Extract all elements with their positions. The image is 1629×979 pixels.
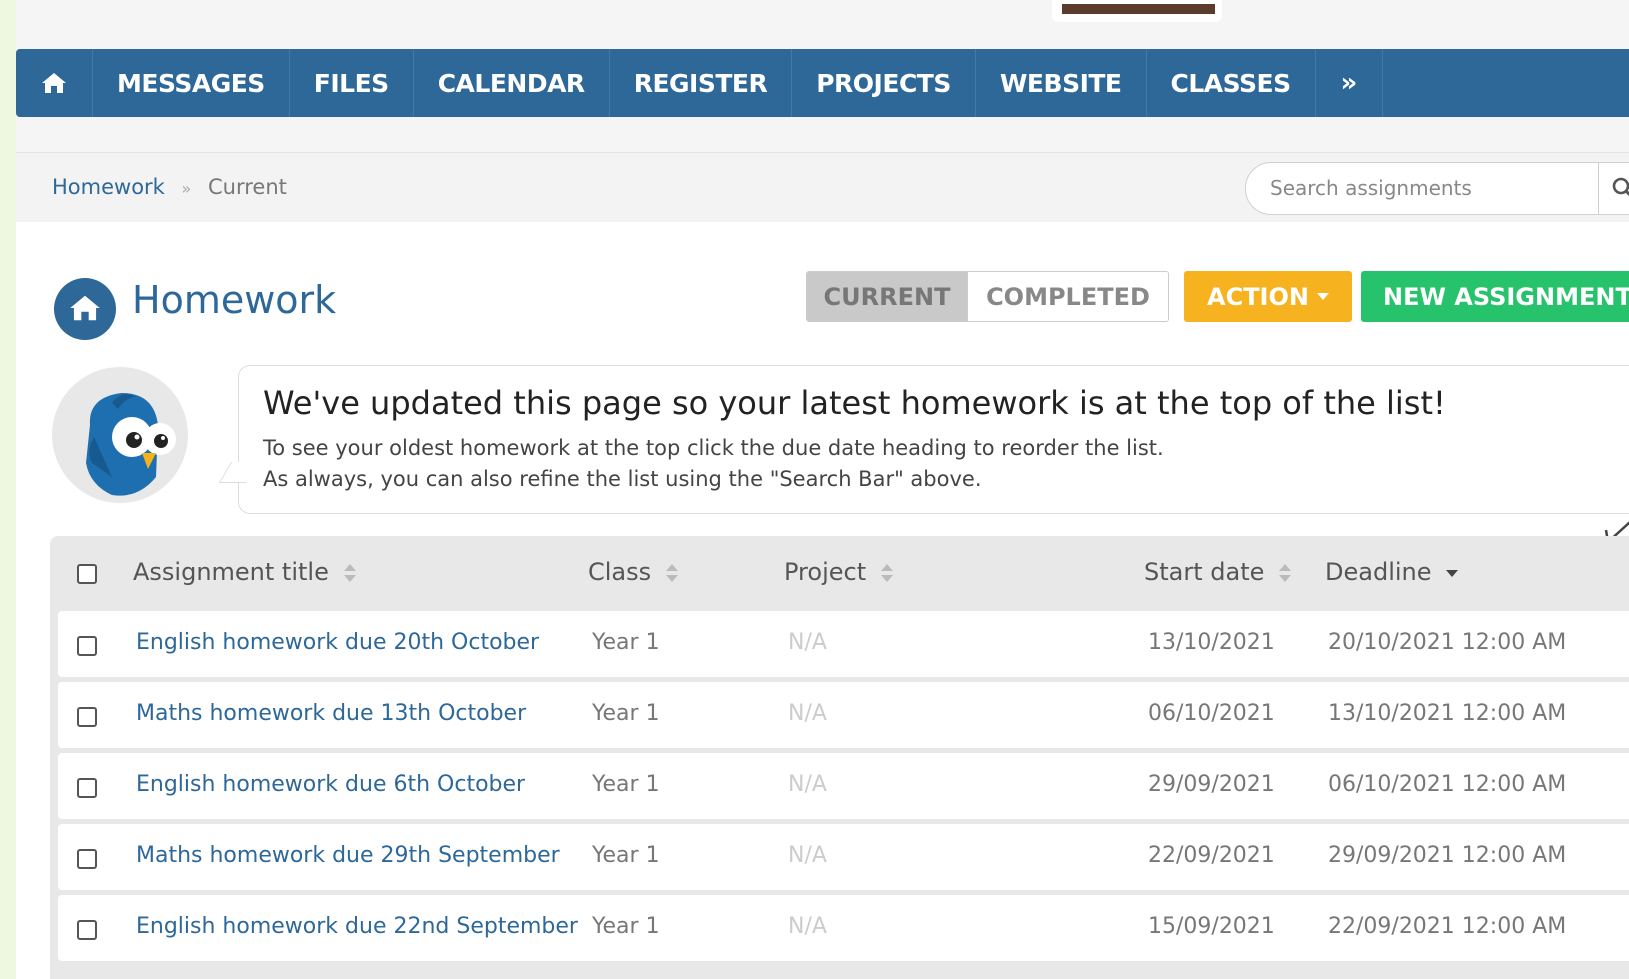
cell-project: N/A xyxy=(788,630,827,655)
row-checkbox[interactable] xyxy=(77,849,97,869)
sort-icon xyxy=(343,564,356,582)
cell-class: Year 1 xyxy=(592,630,660,655)
page: MESSAGES FILES CALENDAR REGISTER PROJECT… xyxy=(16,0,1629,979)
search-icon xyxy=(1612,177,1629,197)
nav-projects[interactable]: PROJECTS xyxy=(792,49,976,117)
column-start-label: Start date xyxy=(1144,558,1265,586)
column-title-label: Assignment title xyxy=(133,558,329,586)
cell-deadline: 22/09/2021 12:00 AM xyxy=(1328,914,1567,939)
table-row: English homework due 20th October Year 1… xyxy=(58,611,1629,677)
column-project[interactable]: Project xyxy=(784,558,894,586)
cell-class: Year 1 xyxy=(592,701,660,726)
cell-deadline: 29/09/2021 12:00 AM xyxy=(1328,843,1567,868)
tab-current[interactable]: CURRENT xyxy=(807,272,967,321)
main-nav: MESSAGES FILES CALENDAR REGISTER PROJECT… xyxy=(16,49,1629,117)
table-row: Maths homework due 29th September Year 1… xyxy=(58,824,1629,890)
sort-icon xyxy=(880,564,893,582)
status-toggle: CURRENT COMPLETED xyxy=(806,271,1169,322)
cell-project: N/A xyxy=(788,701,827,726)
home-icon xyxy=(42,73,66,93)
table-row: Maths homework due 13th October Year 1 N… xyxy=(58,682,1629,748)
nav-register[interactable]: REGISTER xyxy=(610,49,793,117)
cell-project: N/A xyxy=(788,772,827,797)
notice-line-1: To see your oldest homework at the top c… xyxy=(263,436,1164,460)
breadcrumb-bar: Homework » Current xyxy=(16,152,1629,223)
assignment-title-link[interactable]: English homework due 22nd September xyxy=(136,914,578,939)
sort-icon xyxy=(1279,564,1292,582)
table-row: English homework due 6th October Year 1 … xyxy=(58,753,1629,819)
assignments-table: Assignment title Class Project Start dat… xyxy=(50,536,1629,979)
row-checkbox[interactable] xyxy=(77,920,97,940)
cell-deadline: 20/10/2021 12:00 AM xyxy=(1328,630,1567,655)
column-title[interactable]: Assignment title xyxy=(133,558,357,586)
cell-start-date: 13/10/2021 xyxy=(1148,630,1275,655)
assignment-title-link[interactable]: English homework due 6th October xyxy=(136,772,525,797)
column-class-label: Class xyxy=(588,558,652,586)
cell-start-date: 06/10/2021 xyxy=(1148,701,1275,726)
cell-deadline: 13/10/2021 12:00 AM xyxy=(1328,701,1567,726)
column-project-label: Project xyxy=(784,558,867,586)
cell-project: N/A xyxy=(788,914,827,939)
action-button[interactable]: ACTION xyxy=(1184,271,1352,322)
breadcrumb: Homework » Current xyxy=(52,175,287,199)
table-header: Assignment title Class Project Start dat… xyxy=(50,536,1629,608)
notice-line-2: As always, you can also refine the list … xyxy=(263,467,982,491)
select-all-checkbox[interactable] xyxy=(77,564,97,584)
assignment-title-link[interactable]: English homework due 20th October xyxy=(136,630,539,655)
cell-start-date: 22/09/2021 xyxy=(1148,843,1275,868)
assignment-title-link[interactable]: Maths homework due 29th September xyxy=(136,843,560,868)
row-checkbox[interactable] xyxy=(77,636,97,656)
avatar-photo xyxy=(1062,4,1215,14)
breadcrumb-homework[interactable]: Homework xyxy=(52,175,165,199)
row-checkbox[interactable] xyxy=(77,707,97,727)
sort-desc-icon xyxy=(1446,570,1459,577)
nav-home[interactable] xyxy=(16,49,93,117)
table-row: English homework due 22nd September Year… xyxy=(58,895,1629,961)
cell-deadline: 06/10/2021 12:00 AM xyxy=(1328,772,1567,797)
cell-class: Year 1 xyxy=(592,914,660,939)
page-title: Homework xyxy=(132,278,337,322)
action-label: ACTION xyxy=(1207,282,1309,311)
cell-class: Year 1 xyxy=(592,843,660,868)
column-class[interactable]: Class xyxy=(588,558,679,586)
cell-class: Year 1 xyxy=(592,772,660,797)
nav-more[interactable]: » xyxy=(1316,49,1383,117)
nav-files[interactable]: FILES xyxy=(290,49,414,117)
assignment-title-link[interactable]: Maths homework due 13th October xyxy=(136,701,526,726)
column-start-date[interactable]: Start date xyxy=(1144,558,1292,586)
homework-badge xyxy=(54,278,116,340)
notice-headline: We've updated this page so your latest h… xyxy=(263,384,1446,422)
nav-messages[interactable]: MESSAGES xyxy=(93,49,290,117)
column-deadline[interactable]: Deadline xyxy=(1325,558,1459,586)
user-avatar[interactable] xyxy=(1052,0,1222,22)
main-content: Homework CURRENT COMPLETED ACTION NEW AS… xyxy=(16,222,1629,979)
home-icon xyxy=(70,295,100,321)
nav-website[interactable]: WEBSITE xyxy=(976,49,1147,117)
search-input[interactable] xyxy=(1268,175,1592,201)
breadcrumb-separator: » xyxy=(181,179,192,198)
owl-icon xyxy=(86,393,176,496)
search-button[interactable] xyxy=(1598,163,1629,214)
nav-calendar[interactable]: CALENDAR xyxy=(414,49,610,117)
cell-project: N/A xyxy=(788,843,827,868)
search-box xyxy=(1245,162,1629,215)
nav-classes[interactable]: CLASSES xyxy=(1147,49,1316,117)
row-checkbox[interactable] xyxy=(77,778,97,798)
notice-bubble: We've updated this page so your latest h… xyxy=(218,365,1629,514)
new-assignment-button[interactable]: NEW ASSIGNMENT xyxy=(1361,271,1629,322)
column-deadline-label: Deadline xyxy=(1325,558,1432,586)
cell-start-date: 29/09/2021 xyxy=(1148,772,1275,797)
cell-start-date: 15/09/2021 xyxy=(1148,914,1275,939)
bubble-tail xyxy=(218,462,259,483)
owl-mascot xyxy=(52,367,188,503)
tab-completed[interactable]: COMPLETED xyxy=(967,272,1168,321)
breadcrumb-current: Current xyxy=(208,175,287,199)
sort-icon xyxy=(665,564,678,582)
caret-down-icon xyxy=(1316,293,1329,300)
